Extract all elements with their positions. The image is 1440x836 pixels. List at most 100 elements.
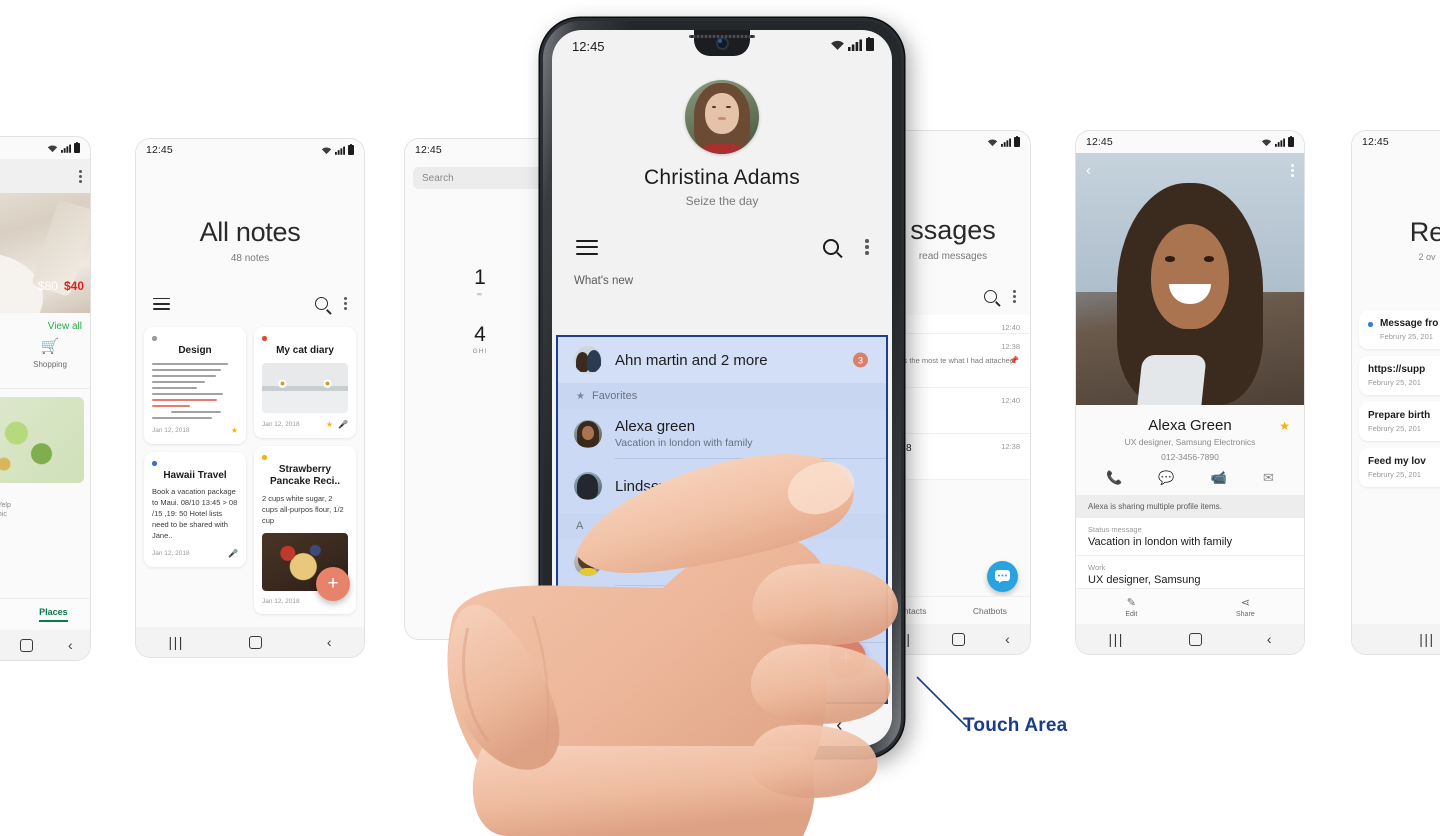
home-button[interactable]: [248, 635, 262, 649]
avatar: [574, 472, 602, 500]
recents-button[interactable]: |||: [1419, 632, 1434, 646]
callout-label: Touch Area: [963, 715, 1068, 736]
message-icon[interactable]: 💬: [1158, 471, 1174, 484]
search-icon[interactable]: [984, 290, 997, 303]
call-icon[interactable]: 📞: [1106, 471, 1122, 484]
battery-icon: [1288, 135, 1294, 147]
place-photo: [0, 397, 84, 483]
wifi-icon: [47, 144, 58, 152]
reminder-item[interactable]: Message fro Februry 25, 201: [1359, 310, 1440, 349]
note-date: Jan 12, 2018: [262, 597, 300, 605]
home-button[interactable]: [20, 638, 34, 652]
recents-button[interactable]: |||: [168, 635, 183, 649]
search-icon[interactable]: [823, 239, 839, 255]
list-item[interactable]: Lindsey Smith: [558, 459, 886, 513]
edit-button[interactable]: ✎ Edit: [1125, 596, 1137, 618]
more-vertical-icon[interactable]: [865, 236, 869, 257]
category-shopping[interactable]: 🛒 Shopping: [33, 338, 67, 380]
phone-dialer: 12:45 Search 1 ∞ 4 GHI: [405, 139, 555, 639]
field-value: UX designer, Samsung: [1088, 574, 1201, 586]
wrist: [472, 746, 815, 836]
more-vertical-icon[interactable]: [344, 295, 347, 312]
reminders-screen: 12:45 Re 2 ov Message fro Februry 25, 20…: [1352, 131, 1440, 654]
share-button[interactable]: ⋖ Share: [1236, 596, 1255, 618]
note-title: Strawberry Pancake Reci..: [269, 463, 341, 488]
key-1[interactable]: 1 ∞: [405, 267, 555, 298]
reminder-date: Februry 25, 201: [1380, 332, 1433, 341]
nav-bar: ||| ‹: [1076, 624, 1304, 654]
list-item[interactable]: Agatha: [558, 539, 886, 585]
add-contact-button[interactable]: +: [826, 638, 866, 678]
message-time: 12:40: [1001, 323, 1020, 332]
more-vertical-icon[interactable]: [79, 168, 82, 185]
home-button[interactable]: [720, 716, 738, 734]
search-icon[interactable]: [315, 297, 328, 311]
place-name: en Pot: [0, 488, 84, 499]
note-card[interactable]: Hawaii Travel Book a vacation package to…: [144, 452, 246, 567]
list-item[interactable]: [558, 586, 886, 642]
contact-status: Vacation in london with family: [615, 437, 753, 449]
more-vertical-icon[interactable]: [1013, 288, 1016, 305]
tab-places[interactable]: Places: [39, 607, 68, 622]
status-bar: [0, 137, 90, 159]
photo-face: [1151, 223, 1229, 330]
contact-name: Alexa Green: [1148, 417, 1232, 434]
field-label: Work: [1088, 563, 1106, 572]
note-card[interactable]: My cat diary Jan 12, 2018 ★ 🎤: [254, 327, 356, 439]
reminders-header: Re 2 ov: [1352, 153, 1440, 262]
back-icon[interactable]: ‹: [1086, 163, 1091, 178]
back-button[interactable]: ‹: [1267, 632, 1272, 646]
place-card[interactable]: en Pot ★★ (17) on Yelp n / $$ / Organic: [0, 397, 84, 518]
avatar: [574, 419, 602, 448]
reminder-item[interactable]: https://supp Februry 25, 201: [1359, 356, 1440, 395]
list-item[interactable]: Alexa green Vacation in london with fami…: [558, 409, 886, 458]
hamburger-icon[interactable]: [576, 235, 598, 259]
promo-banner[interactable]: $80 $40: [0, 193, 90, 313]
section-label: Favorites: [591, 390, 638, 402]
reminder-item[interactable]: Feed my lov Februry 25, 201: [1359, 448, 1440, 487]
price-original: $80: [37, 279, 58, 293]
note-card[interactable]: Design Jan 12, 2018 ★: [144, 327, 246, 445]
list-item[interactable]: Ahn martin and 2 more 3: [558, 337, 886, 383]
note-date: Jan 12, 2018: [152, 549, 190, 557]
reminder-title: Message fro: [1380, 318, 1439, 329]
key-4[interactable]: 4 GHI: [405, 324, 555, 355]
email-icon[interactable]: ✉: [1263, 471, 1274, 484]
tab-chatbots[interactable]: Chatbots: [973, 606, 1007, 616]
home-button[interactable]: [1188, 632, 1202, 646]
status-time: 12:45: [1086, 136, 1113, 148]
note-color-dot: [152, 461, 157, 466]
shopping-screen: $80 $40 View all 🏷 meices 🛒 Shopping en …: [0, 137, 90, 660]
more-vertical-icon[interactable]: [1291, 162, 1294, 179]
profile-field[interactable]: Status message Vacation in london with f…: [1076, 518, 1304, 556]
back-button[interactable]: ‹: [68, 638, 73, 652]
back-button[interactable]: ‹: [327, 635, 332, 649]
recents-button[interactable]: |||: [1108, 632, 1123, 646]
view-all-link[interactable]: View all: [0, 313, 90, 336]
avatar-eye-left: [711, 105, 716, 109]
star-icon: ★: [325, 420, 334, 430]
key-number: 4: [474, 323, 486, 346]
search-input[interactable]: Search: [413, 167, 547, 189]
unread-dot: [1368, 322, 1373, 327]
button-label: Share: [1236, 610, 1255, 618]
add-note-button[interactable]: +: [316, 567, 350, 601]
wifi-icon: [830, 40, 844, 50]
video-call-icon[interactable]: 📹: [1211, 471, 1227, 484]
back-button[interactable]: ‹: [1005, 632, 1010, 646]
section-label: A: [576, 520, 584, 532]
home-button[interactable]: [951, 632, 965, 646]
microphone-icon: 🎤: [338, 420, 348, 430]
status-icons: [321, 143, 354, 155]
share-icon: ⋖: [1240, 596, 1250, 609]
back-button[interactable]: ‹: [836, 716, 842, 735]
hamburger-icon[interactable]: [153, 294, 170, 313]
new-message-button[interactable]: [987, 561, 1018, 592]
note-color-dot: [262, 455, 267, 460]
category-row: 🏷 meices 🛒 Shopping: [0, 336, 90, 389]
star-icon[interactable]: ★: [1279, 419, 1290, 433]
reminder-item[interactable]: Prepare birth Februry 25, 201: [1359, 402, 1440, 441]
contact-name-row: Alexa Green ★: [1076, 417, 1304, 434]
avatar: [685, 80, 759, 154]
signal-icon: [1001, 138, 1011, 147]
